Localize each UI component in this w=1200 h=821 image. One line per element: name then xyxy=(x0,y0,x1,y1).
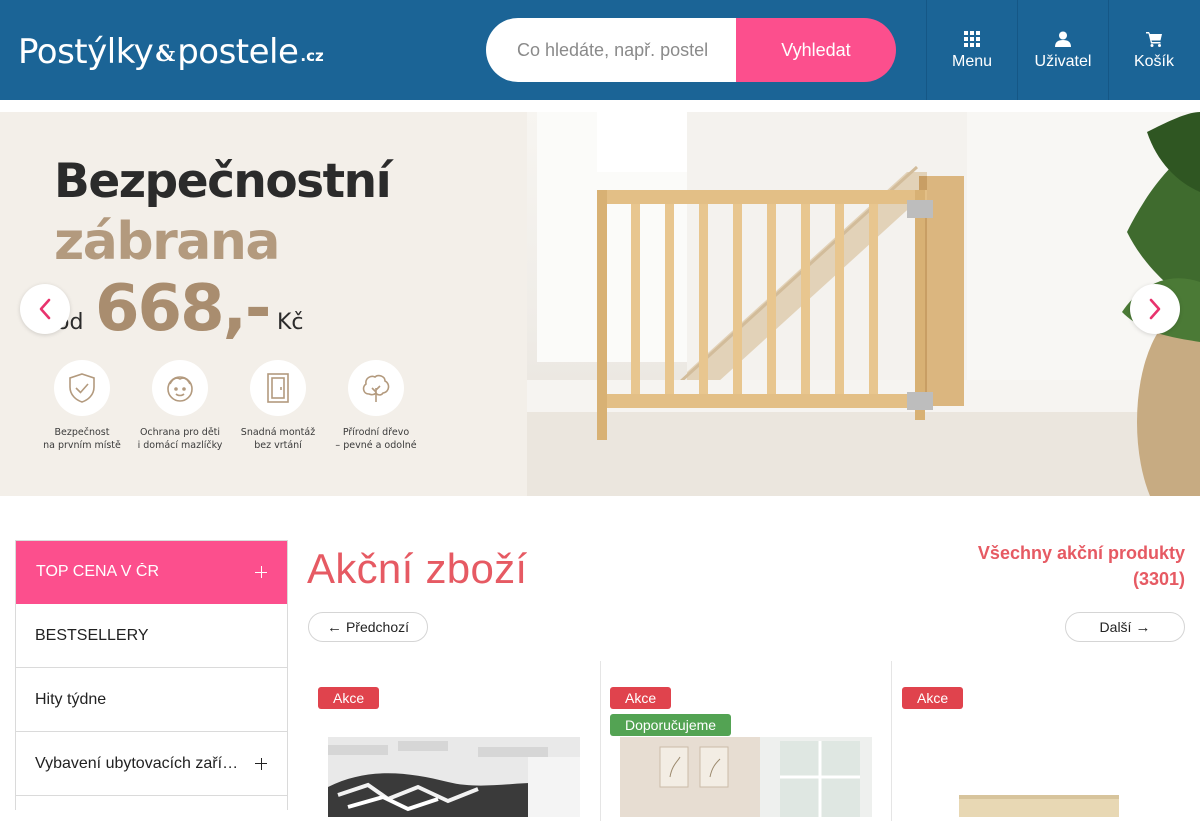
banner-prev-button[interactable] xyxy=(20,284,70,334)
section-title: Akční zboží xyxy=(307,545,528,592)
door-icon xyxy=(250,360,306,416)
search-button[interactable]: Vyhledat xyxy=(736,18,896,82)
product-card[interactable]: Akce Doporučujeme xyxy=(600,661,892,821)
sidebar-item-label: BESTSELLERY xyxy=(35,626,149,644)
all-sale-products-link[interactable]: Všechny akční produkty (3301) xyxy=(945,540,1185,592)
grid-icon xyxy=(964,29,980,49)
user-label: Uživatel xyxy=(1034,52,1092,70)
menu-button[interactable]: Menu xyxy=(926,0,1017,100)
banner-feature-mounting: Snadná montáž bez vrtání xyxy=(228,360,328,452)
arrow-left-icon: ← xyxy=(326,618,342,636)
sale-badge: Akce xyxy=(610,687,672,709)
next-button[interactable]: Další → xyxy=(1065,612,1185,642)
site-header: Postýlky & postele .cz Vyhledat Menu Uži… xyxy=(0,0,1200,100)
hero-banner[interactable]: Bezpečnostní zábrana od 668,- Kč Bezpečn… xyxy=(0,112,1200,496)
chevron-left-icon xyxy=(39,298,51,320)
banner-feature-wood: Přírodní dřevo – pevné a odolné xyxy=(326,360,426,452)
shield-check-icon xyxy=(54,360,110,416)
banner-feature-label: Bezpečnost na prvním místě xyxy=(43,427,121,451)
sale-badge: Akce xyxy=(902,687,964,709)
sidebar-item-vybaveni[interactable]: Vybavení ubytovacích zařízení xyxy=(16,732,287,796)
logo-tld: .cz xyxy=(300,47,324,65)
plus-icon[interactable] xyxy=(255,566,267,578)
child-face-icon xyxy=(152,360,208,416)
product-image[interactable] xyxy=(913,737,1165,817)
arrow-right-icon: → xyxy=(1135,618,1151,636)
banner-feature-label: Snadná montáž bez vrtání xyxy=(240,427,316,451)
cart-button[interactable]: Košík xyxy=(1108,0,1199,100)
banner-title-line2: zábrana xyxy=(54,212,280,272)
banner-next-button[interactable] xyxy=(1130,284,1180,334)
search-form: Vyhledat xyxy=(486,18,896,82)
prev-button[interactable]: ← Předchozí xyxy=(308,612,428,642)
sidebar-item-label: TOP CENA V ČR xyxy=(36,563,159,580)
banner-feature-label: Přírodní dřevo – pevné a odolné xyxy=(335,427,417,451)
user-icon xyxy=(1055,29,1071,49)
sidebar-item-hity-tydne[interactable]: Hity týdne xyxy=(16,668,287,732)
search-input[interactable] xyxy=(486,18,736,82)
logo-ampersand: & xyxy=(155,41,176,67)
sidebar-item-label: Vybavení ubytovacích zařízení xyxy=(35,754,240,772)
product-image[interactable] xyxy=(620,737,872,817)
banner-currency: Kč xyxy=(277,310,304,335)
sidebar-item-top-cena[interactable]: TOP CENA V ČR xyxy=(16,541,287,604)
site-logo[interactable]: Postýlky & postele .cz xyxy=(18,26,324,72)
next-label: Další xyxy=(1099,619,1132,635)
cart-label: Košík xyxy=(1133,52,1174,70)
banner-feature-safety: Bezpečnost na prvním místě xyxy=(32,360,132,452)
prev-label: Předchozí xyxy=(345,619,410,635)
user-button[interactable]: Uživatel xyxy=(1017,0,1108,100)
banner-title-line1: Bezpečnostní xyxy=(54,154,392,209)
logo-text-postele: postele xyxy=(177,32,299,72)
category-sidebar: TOP CENA V ČR BESTSELLERY Hity týdne Vyb… xyxy=(15,540,288,810)
chevron-right-icon xyxy=(1149,298,1161,320)
plus-icon[interactable] xyxy=(255,757,267,770)
banner-photo xyxy=(527,112,1200,496)
sidebar-item-bestsellery[interactable]: BESTSELLERY xyxy=(16,604,287,668)
banner-feature-label: Ochrana pro děti i domácí mazlíčky xyxy=(137,427,223,451)
menu-label: Menu xyxy=(951,52,993,70)
recommended-badge: Doporučujeme xyxy=(610,714,732,736)
logo-text-postylky: Postýlky xyxy=(18,32,154,72)
tree-icon xyxy=(348,360,404,416)
banner-feature-children: Ochrana pro děti i domácí mazlíčky xyxy=(130,360,230,452)
sidebar-item-label: Hity týdne xyxy=(35,690,107,708)
sale-badge: Akce xyxy=(318,687,380,709)
product-card[interactable]: Akce xyxy=(308,661,600,821)
product-image[interactable] xyxy=(328,737,580,817)
banner-price: 668,- xyxy=(95,272,271,346)
product-card[interactable]: Akce xyxy=(893,661,1185,821)
cart-icon xyxy=(1145,29,1163,49)
